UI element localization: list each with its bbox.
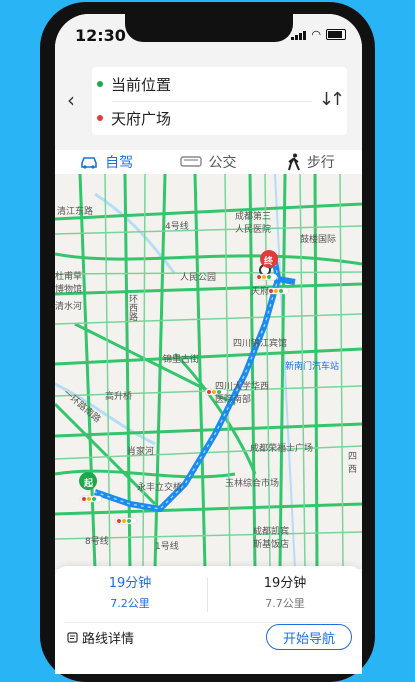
document-icon [67, 632, 78, 643]
wifi-icon: ◠ [311, 28, 321, 41]
map-label: 环西路 [127, 294, 137, 321]
status-time: 12:30 [75, 26, 126, 45]
status-icons: ◠ [291, 29, 346, 40]
map-label: 杜甫草 博物馆 [55, 272, 83, 295]
route-map[interactable]: 清江东路 成都第三 人民医院 鼓楼国际 杜甫草 博物馆 清水河 人民公园 天府 … [55, 174, 362, 569]
map-label: 8号线 [85, 537, 109, 547]
map-label: 四 西 [348, 452, 358, 475]
start-marker-label: 起 [84, 479, 94, 489]
map-label: 4号线 [165, 222, 189, 232]
app-screen: 12:30 ◠ ‹ 当前位置 天府广场 ↓↑ 自驾 公交 步行 清江东路 成都第… [55, 14, 362, 674]
map-label: 玉林综合市场 [225, 479, 280, 489]
map-label: 人民公园 [180, 273, 217, 283]
option-separator [207, 578, 208, 612]
end-marker-label: 终 [264, 257, 274, 267]
destination-field[interactable]: 天府广场 [111, 108, 171, 129]
map-label: 成都荣福士广场 [250, 444, 314, 454]
walk-icon [287, 153, 300, 171]
tab-bus[interactable]: 公交 [157, 150, 259, 174]
map-label: 鼓楼国际 [300, 235, 337, 245]
route-options-panel: 19分钟 7.2公里 19分钟 7.7公里 路线详情 开始导航 [55, 566, 362, 674]
car-icon [81, 157, 97, 169]
map-label: 成都凯宾 斯基饭店 [253, 527, 290, 550]
panel-divider [65, 622, 352, 623]
map-label: 新南门汽车站 [285, 362, 340, 372]
origin-field[interactable]: 当前位置 [111, 74, 171, 95]
tab-bus-label: 公交 [208, 155, 237, 171]
map-label: 四川锦江宾馆 [233, 339, 288, 349]
route-details-label: 路线详情 [82, 632, 135, 647]
swap-icon[interactable]: ↓↑ [319, 89, 345, 110]
map-label: 永丰立交桥 [137, 483, 183, 493]
tab-drive-label: 自驾 [105, 155, 134, 171]
bus-icon [180, 156, 203, 167]
back-icon[interactable]: ‹ [67, 88, 75, 112]
tab-walk-label: 步行 [306, 155, 335, 171]
origin-dot-icon [97, 81, 103, 87]
map-label: 天府 [251, 287, 270, 297]
map-label: 成都第三 人民医院 [235, 212, 272, 235]
notch [125, 14, 293, 42]
start-navigation-button[interactable]: 开始导航 [266, 624, 352, 650]
map-label: 四川大学华西 医院南部 [215, 382, 270, 405]
destination-row[interactable]: 天府广场 [92, 101, 312, 135]
map-label: 锦里古街 [163, 355, 200, 365]
map-label: 高升桥 [105, 392, 133, 402]
travel-mode-tabs: 自驾 公交 步行 [55, 150, 362, 174]
route-option-2[interactable]: 19分钟 7.7公里 [210, 570, 360, 622]
map-label: 1号线 [155, 542, 179, 552]
battery-icon [326, 29, 346, 40]
destination-dot-icon [97, 115, 103, 121]
option-time: 19分钟 [263, 576, 307, 591]
map-label: 清江东路 [57, 207, 94, 217]
signal-icon [291, 30, 307, 40]
status-bar: 12:30 ◠ [55, 14, 362, 58]
route-input-box: 当前位置 天府广场 ↓↑ [92, 67, 347, 135]
option-distance: 7.2公里 [110, 597, 150, 610]
route-header: ‹ 当前位置 天府广场 ↓↑ [55, 58, 362, 150]
map-label: 清水河 [55, 302, 83, 312]
option-distance: 7.7公里 [265, 597, 305, 610]
route-option-1[interactable]: 19分钟 7.2公里 [55, 570, 205, 622]
map-label: 肖家河 [127, 447, 155, 457]
route-details-link[interactable]: 路线详情 [67, 628, 134, 647]
tab-drive[interactable]: 自驾 [55, 150, 157, 174]
option-time: 19分钟 [108, 576, 152, 591]
origin-row[interactable]: 当前位置 [92, 67, 312, 101]
tab-walk[interactable]: 步行 [260, 150, 362, 174]
